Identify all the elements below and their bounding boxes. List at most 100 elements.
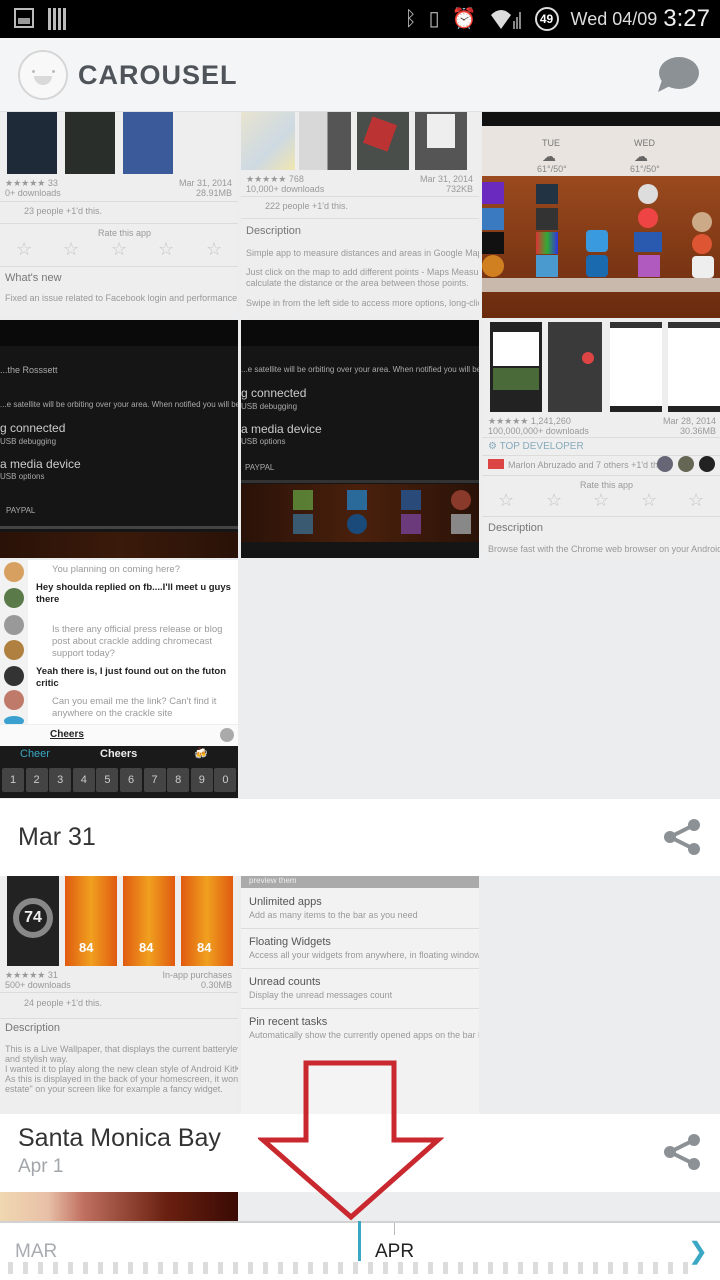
screenshot-thumb	[357, 112, 409, 170]
keyboard-key[interactable]: 6	[120, 768, 142, 792]
app-icon	[536, 232, 558, 254]
chat-message: Can you email me the link? Can't find it…	[52, 696, 217, 719]
dock-bar	[482, 278, 720, 292]
keyboard-key[interactable]: 1	[2, 768, 24, 792]
avatar	[657, 456, 673, 472]
star-icon: ☆	[688, 490, 705, 510]
feature-header: preview them	[241, 876, 479, 888]
photo-tile[interactable]	[0, 1192, 238, 1222]
keyboard-key[interactable]: 2	[25, 768, 48, 792]
weather-day: TUE	[542, 138, 560, 148]
description-line: and stylish way.	[5, 1054, 68, 1064]
photo-tile[interactable]: ...the Rosssett ...e satellite will be o…	[0, 320, 238, 558]
dark-line: ...e satellite will be orbiting over you…	[241, 365, 479, 374]
feature-desc: Automatically show the currently opened …	[249, 1030, 479, 1040]
avatar	[4, 666, 24, 686]
photo-tile[interactable]: 74 84 84 84 ★★★★★ 31 500+ downloads In-a…	[0, 876, 238, 1114]
status-time: 3:27	[663, 5, 710, 32]
timeline-month-mar[interactable]: MAR	[15, 1241, 57, 1263]
keyboard-key[interactable]: 9	[190, 768, 213, 792]
timeline-month-apr[interactable]: APR	[375, 1241, 414, 1263]
avatar	[699, 456, 715, 472]
feature-header-text: preview them	[249, 876, 297, 885]
divider	[241, 218, 479, 219]
share-icon[interactable]	[662, 1132, 702, 1172]
suggestion[interactable]: 🍻	[194, 747, 208, 760]
avatar	[4, 640, 24, 660]
update-date: Mar 28, 2014	[662, 416, 716, 426]
star-icon: ☆	[546, 490, 563, 510]
app-icon	[401, 514, 421, 534]
dark-line: a media device	[0, 457, 81, 471]
wifi-signal-icon	[490, 10, 521, 29]
update-date: Mar 31, 2014	[178, 178, 232, 188]
divider	[0, 526, 238, 529]
dark-line: a media device	[241, 422, 322, 436]
suggestion[interactable]: Cheer	[20, 748, 50, 760]
timeline-ticks	[8, 1262, 692, 1274]
weather-day: WED	[634, 138, 655, 148]
photo-tile[interactable]: ★★★★★ 33 0+ downloads Mar 31, 2014 28.91…	[0, 112, 238, 318]
divider	[241, 928, 479, 929]
photo-tile[interactable]: preview them Unlimited apps Add as many …	[241, 876, 479, 1114]
app-title: CAROUSEL	[78, 60, 238, 90]
status-date: Wed 04/09	[570, 8, 658, 29]
description-title: Description	[246, 225, 302, 237]
photo-tile[interactable]: ...e satellite will be orbiting over you…	[241, 320, 479, 558]
suggestion[interactable]: Cheers	[100, 748, 137, 760]
carousel-logo-icon[interactable]	[18, 50, 68, 100]
app-icon	[293, 514, 313, 534]
divider	[0, 992, 238, 993]
keyboard-key[interactable]: 5	[96, 768, 119, 792]
dark-line: USB options	[241, 437, 286, 446]
keyboard-key[interactable]: 3	[49, 768, 72, 792]
divider	[482, 516, 720, 517]
photo-tile[interactable]: ★★★★★ 1,241,260 100,000,000+ downloads M…	[482, 320, 720, 558]
star-icon: ☆	[498, 490, 515, 510]
avatar	[4, 562, 24, 582]
chat-bubble-icon[interactable]	[654, 56, 700, 94]
divider	[241, 480, 479, 483]
description-line: estate" on your screen like for example …	[5, 1084, 223, 1094]
alarm-icon: ⏰	[451, 8, 477, 30]
feature-title: Pin recent tasks	[249, 1016, 328, 1028]
dark-line: ...the Rosssett	[0, 365, 58, 375]
bluetooth-icon: ᛒ	[404, 8, 417, 30]
app-icon	[482, 208, 504, 230]
plus-one-text: 23 people +1'd this.	[24, 206, 103, 216]
whats-new-text: Fixed an issue related to Facebook login…	[5, 293, 238, 303]
feature-title: Unlimited apps	[249, 896, 322, 908]
star-icon: ☆	[63, 239, 80, 259]
chat-input-bar[interactable]: Cheers	[0, 724, 238, 746]
chat-input[interactable]: Cheers	[50, 729, 84, 740]
gallery-icon	[14, 8, 34, 28]
screenshot-thumb	[7, 112, 57, 174]
dark-line: g connected	[0, 421, 66, 435]
description-line: Swipe in from the left side to access mo…	[246, 298, 479, 308]
star-icon: ☆	[593, 490, 610, 510]
keyboard-key[interactable]: 7	[143, 768, 166, 792]
timeline-scrubber[interactable]: MAR APR ❯	[0, 1221, 720, 1280]
share-icon[interactable]	[662, 817, 702, 857]
timeline-cursor[interactable]	[358, 1221, 361, 1261]
top-developer-badge: ⚙ TOP DEVELOPER	[488, 441, 584, 452]
photo-tile[interactable]: ★★★★★ 768 10,000+ downloads Mar 31, 2014…	[241, 112, 479, 318]
keyboard-key[interactable]: 0	[214, 768, 237, 792]
google-page	[493, 332, 539, 366]
dark-line: ...e satellite will be orbiting over you…	[0, 400, 238, 409]
in-app-purchases: In-app purchases	[162, 970, 232, 980]
app-icon	[451, 490, 471, 510]
divider	[0, 223, 238, 224]
plus-one-text: Marlon Abruzado and 7 others +1'd this.	[508, 460, 668, 470]
logo-mouth	[34, 76, 52, 85]
feature-title: Floating Widgets	[249, 936, 331, 948]
photo-tile[interactable]: TUE WED ☁ ☁ 61°/50° 61°/50°	[482, 112, 720, 318]
photo-tile[interactable]: You planning on coming here? Hey shoulda…	[0, 560, 238, 798]
chat-message: Hey shoulda replied on fb....I'll meet u…	[36, 582, 231, 605]
keyboard-key[interactable]: 4	[72, 768, 95, 792]
app-icon	[634, 232, 662, 252]
app-icon	[347, 514, 367, 534]
dark-line: PAYPAL	[245, 463, 275, 472]
send-button[interactable]	[220, 728, 234, 742]
keyboard-key[interactable]: 8	[167, 768, 190, 792]
